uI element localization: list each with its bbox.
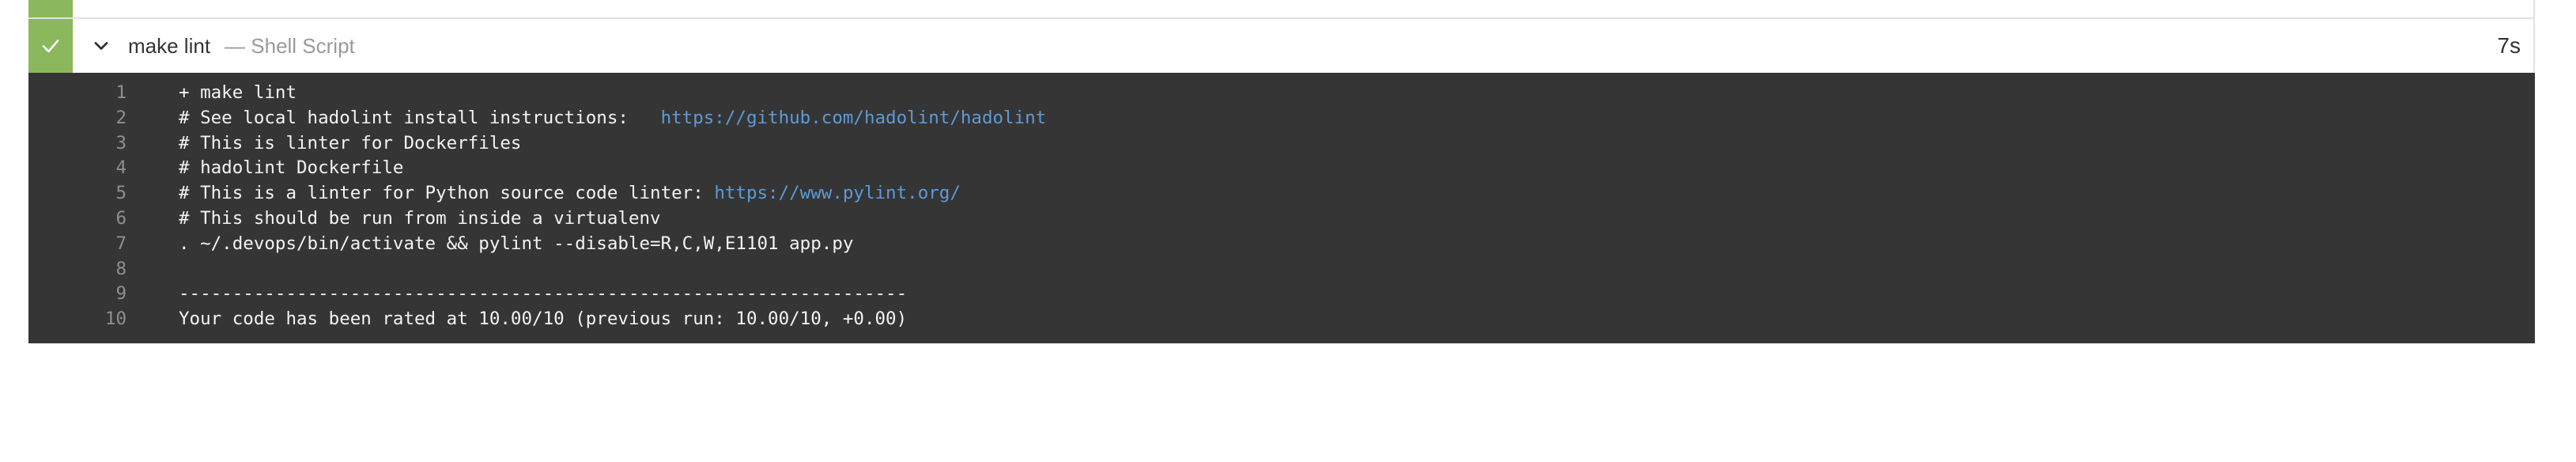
line-content: ----------------------------------------…: [179, 282, 907, 307]
line-content: # This is linter for Dockerfiles: [179, 131, 521, 157]
line-text: . ~/.devops/bin/activate && pylint --dis…: [179, 233, 854, 254]
line-number[interactable]: 2: [28, 106, 127, 131]
line-text: ----------------------------------------…: [179, 283, 908, 305]
chevron-down-icon: [94, 42, 108, 50]
log-line: 8: [28, 257, 2535, 282]
step-header[interactable]: make lint — Shell Script 7s: [28, 19, 2535, 73]
log-line: 6 # This should be run from inside a virt…: [28, 206, 2535, 232]
collapse-toggle[interactable]: [85, 30, 117, 62]
log-line: 9 ---------------------------------------…: [28, 282, 2535, 307]
line-number[interactable]: 9: [28, 282, 127, 307]
log-link[interactable]: https://github.com/hadolint/hadolint: [661, 108, 1047, 128]
line-text: + make lint: [179, 82, 297, 103]
line-number[interactable]: 6: [28, 206, 127, 232]
previous-step-row[interactable]: [28, 0, 2535, 19]
step-title: make lint: [128, 33, 211, 58]
line-content: Your code has been rated at 10.00/10 (pr…: [179, 307, 907, 332]
line-text: # This should be run from inside a virtu…: [179, 207, 661, 229]
line-text: # See local hadolint install instruction…: [179, 107, 661, 128]
step-type: — Shell Script: [225, 33, 355, 58]
check-icon: [42, 40, 59, 53]
step-duration: 7s: [2497, 33, 2521, 58]
pipeline-step: make lint — Shell Script 7s 1 + make lint…: [28, 0, 2535, 343]
log-line: 10 Your code has been rated at 10.00/10 (…: [28, 307, 2535, 332]
log-line: 2 # See local hadolint install instructio…: [28, 106, 2535, 131]
step-status-badge: [28, 19, 73, 73]
line-number[interactable]: 7: [28, 232, 127, 257]
line-content: # This should be run from inside a virtu…: [179, 206, 661, 232]
log-line: 4 # hadolint Dockerfile: [28, 156, 2535, 181]
line-number[interactable]: 3: [28, 131, 127, 157]
line-text: # This is a linter for Python source cod…: [179, 183, 715, 204]
log-line: 1 + make lint: [28, 81, 2535, 106]
line-content: # hadolint Dockerfile: [179, 156, 403, 181]
line-content: # This is a linter for Python source cod…: [179, 181, 961, 206]
line-number[interactable]: 10: [28, 307, 127, 332]
line-content: # See local hadolint install instruction…: [179, 106, 1046, 131]
line-number[interactable]: 8: [28, 257, 127, 282]
line-content: . ~/.devops/bin/activate && pylint --dis…: [179, 232, 853, 257]
line-text: Your code has been rated at 10.00/10 (pr…: [179, 309, 908, 330]
log-line: 3 # This is linter for Dockerfiles: [28, 131, 2535, 157]
line-text: # hadolint Dockerfile: [179, 157, 404, 179]
previous-step-status: [28, 0, 73, 17]
console-log: 1 + make lint 2 # See local hadolint instal…: [28, 73, 2535, 343]
log-line: 5 # This is a linter for Python source co…: [28, 181, 2535, 206]
line-content: + make lint: [179, 81, 297, 106]
log-line: 7 . ~/.devops/bin/activate && pylint --di…: [28, 232, 2535, 257]
line-number[interactable]: 1: [28, 81, 127, 106]
line-number[interactable]: 5: [28, 181, 127, 206]
log-link[interactable]: https://www.pylint.org/: [714, 183, 961, 203]
line-number[interactable]: 4: [28, 156, 127, 181]
line-text: # This is linter for Dockerfiles: [179, 132, 522, 153]
